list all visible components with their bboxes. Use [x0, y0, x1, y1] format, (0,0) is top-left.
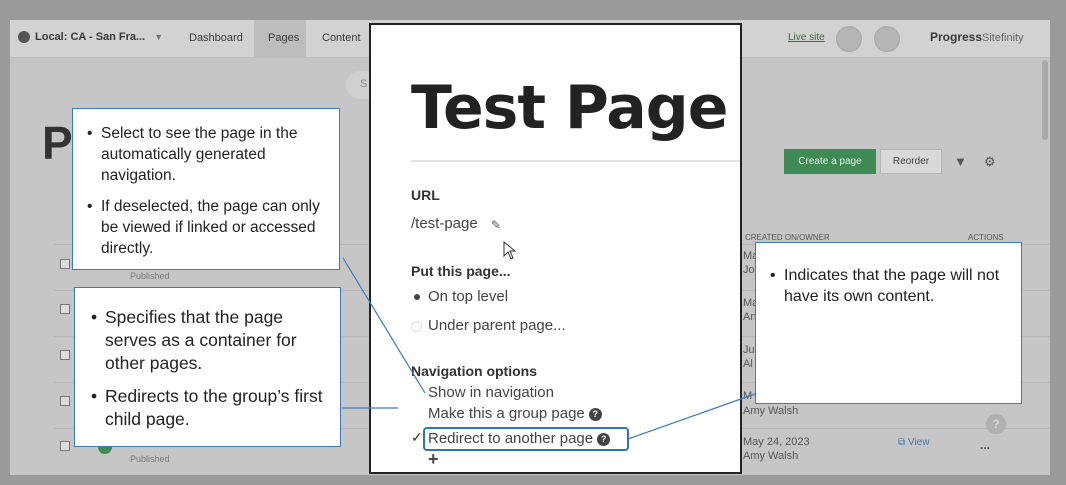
- external-link-icon: ⧉: [898, 437, 906, 448]
- radio-on-top-level[interactable]: [414, 294, 420, 300]
- show-in-navigation-option[interactable]: Show in navigation: [428, 384, 554, 401]
- checkmark-icon: ✓: [411, 429, 423, 445]
- pencil-icon[interactable]: ✎: [491, 218, 501, 232]
- url-label: URL: [411, 187, 440, 203]
- group-page-option[interactable]: Make this a group page?: [428, 405, 602, 422]
- globe-icon: [18, 31, 30, 43]
- brand-logo-light: Sitefinity: [982, 32, 1024, 44]
- brand-logo: ProgressSitefinity: [930, 30, 1024, 44]
- site-selector-label: Local: CA - San Fra...: [35, 31, 146, 43]
- group-page-option-label: Make this a group page: [428, 405, 585, 422]
- row-checkbox[interactable]: [60, 304, 70, 314]
- callout-bullet: Select to see the page in the automatica…: [87, 123, 327, 186]
- help-icon[interactable]: ?: [597, 432, 611, 446]
- live-site-link[interactable]: Live site: [788, 32, 825, 43]
- row-checkbox[interactable]: [60, 259, 70, 269]
- owner-name: Amy Walsh: [743, 450, 799, 462]
- nav-content[interactable]: Content: [322, 32, 361, 44]
- mouse-cursor-icon: [503, 241, 517, 260]
- reorder-button[interactable]: Reorder: [880, 149, 942, 174]
- status-text: Published: [130, 454, 170, 464]
- view-link-label: View: [907, 437, 930, 448]
- callout-show-in-navigation: Select to see the page in the automatica…: [72, 108, 340, 270]
- gear-icon[interactable]: ⚙: [984, 154, 996, 170]
- under-parent-label: Under parent page...: [428, 317, 566, 334]
- put-page-label: Put this page...: [411, 263, 511, 279]
- page-title-large: Test Page: [411, 73, 728, 143]
- scrollbar[interactable]: [1042, 60, 1048, 140]
- callout-bullet: Indicates that the page will not have it…: [770, 265, 1009, 307]
- page-title: P: [42, 117, 73, 169]
- zoom-panel: Test Page URL /test-page ✎ Put this page…: [369, 23, 742, 474]
- callout-bullet: Specifies that the page serves as a cont…: [91, 306, 330, 375]
- radio-under-parent[interactable]: [411, 321, 422, 332]
- nav-pages[interactable]: Pages: [268, 32, 299, 44]
- column-header-actions: ACTIONS: [968, 233, 1004, 242]
- chevron-down-icon: ▼: [154, 32, 164, 42]
- redirect-option-label: Redirect to another page: [428, 430, 594, 447]
- title-divider: [411, 160, 740, 162]
- nav-dashboard[interactable]: Dashboard: [189, 32, 243, 44]
- user-avatar[interactable]: [874, 26, 900, 52]
- view-link[interactable]: ⧉ View: [898, 437, 929, 448]
- filter-icon[interactable]: ▼: [954, 154, 967, 169]
- owner-name: Amy Walsh: [743, 405, 799, 417]
- site-selector[interactable]: Local: CA - San Fra... ▼: [18, 31, 163, 43]
- row-checkbox[interactable]: [60, 350, 70, 360]
- callout-bullet: If deselected, the page can only be view…: [87, 196, 327, 259]
- create-page-button[interactable]: Create a page: [784, 149, 876, 174]
- callout-group-page: Specifies that the page serves as a cont…: [74, 287, 341, 447]
- brand-logo-bold: Progress: [930, 30, 983, 44]
- owner-name: Al: [743, 358, 753, 370]
- callout-redirect: Indicates that the page will not have it…: [755, 242, 1022, 404]
- navigation-options-label: Navigation options: [411, 363, 537, 379]
- created-date: Ju: [743, 344, 755, 356]
- owner-name: Jo: [743, 264, 755, 276]
- search-field-label: S: [360, 78, 368, 90]
- created-date: May 24, 2023: [743, 436, 810, 448]
- row-actions-menu[interactable]: ...: [980, 438, 990, 452]
- created-date: M: [743, 390, 753, 402]
- user-avatar[interactable]: [836, 26, 862, 52]
- callout-bullet: Redirects to the group’s first child pag…: [91, 385, 330, 431]
- column-header-created: CREATED ON/OWNER: [745, 233, 830, 242]
- help-icon[interactable]: ?: [986, 414, 1006, 434]
- on-top-level-label: On top level: [428, 288, 509, 305]
- row-checkbox[interactable]: [60, 441, 70, 451]
- status-text: Published: [130, 271, 170, 281]
- plus-icon[interactable]: +: [428, 449, 439, 470]
- row-checkbox[interactable]: [60, 396, 70, 406]
- help-icon[interactable]: ?: [588, 407, 602, 421]
- url-value: /test-page: [411, 215, 478, 232]
- redirect-option[interactable]: Redirect to another page?: [428, 430, 611, 447]
